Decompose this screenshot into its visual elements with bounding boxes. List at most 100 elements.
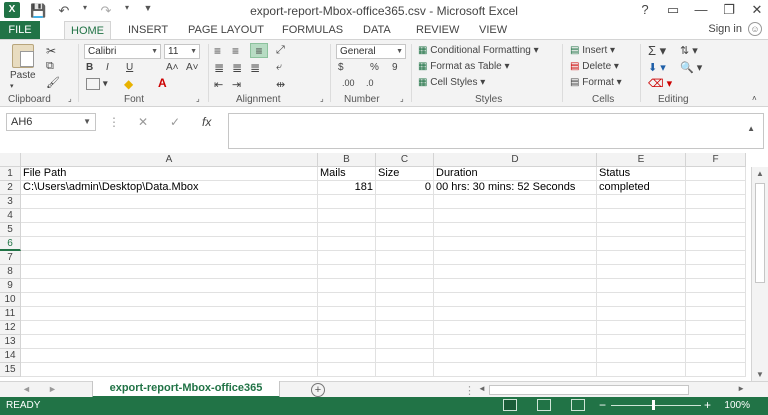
- cell-c13[interactable]: [376, 335, 434, 349]
- column-header-e[interactable]: E: [597, 153, 686, 167]
- merge-center-icon[interactable]: ⇹: [276, 78, 285, 91]
- fill-color-icon[interactable]: ◆: [124, 77, 133, 91]
- cell-styles-button[interactable]: ▦ Cell Styles ▾: [418, 77, 485, 88]
- autosum-icon[interactable]: Σ ▾: [648, 43, 666, 59]
- font-launcher-icon[interactable]: ⌟: [196, 94, 200, 103]
- align-left-icon[interactable]: ≣: [214, 61, 224, 75]
- row-header-7[interactable]: 7: [0, 251, 21, 265]
- grow-font-button[interactable]: A˄: [166, 62, 179, 73]
- cell-c7[interactable]: [376, 251, 434, 265]
- cell-a6[interactable]: [21, 237, 318, 251]
- cell-b12[interactable]: [318, 321, 376, 335]
- cell-c15[interactable]: [376, 363, 434, 377]
- percent-button[interactable]: %: [370, 62, 379, 73]
- cell-e11[interactable]: [597, 307, 686, 321]
- cell-b1[interactable]: Mails: [318, 167, 376, 181]
- italic-button[interactable]: I: [106, 62, 109, 73]
- currency-button[interactable]: $: [338, 62, 344, 73]
- bold-button[interactable]: B: [86, 62, 93, 73]
- cell-d7[interactable]: [434, 251, 597, 265]
- column-header-c[interactable]: C: [376, 153, 434, 167]
- alignment-launcher-icon[interactable]: ⌟: [320, 94, 324, 103]
- cell-e12[interactable]: [597, 321, 686, 335]
- clipboard-launcher-icon[interactable]: ⌟: [68, 94, 72, 103]
- cell-b14[interactable]: [318, 349, 376, 363]
- cell-d10[interactable]: [434, 293, 597, 307]
- font-name-combo[interactable]: Calibri ▼: [84, 44, 161, 59]
- cell-a7[interactable]: [21, 251, 318, 265]
- align-right-icon[interactable]: ≣: [250, 61, 260, 75]
- cell-d14[interactable]: [434, 349, 597, 363]
- cell-b10[interactable]: [318, 293, 376, 307]
- name-box[interactable]: AH6 ▼: [6, 113, 96, 131]
- row-header-2[interactable]: 2: [0, 181, 21, 195]
- cell-b9[interactable]: [318, 279, 376, 293]
- row-header-3[interactable]: 3: [0, 195, 21, 209]
- comma-button[interactable]: 9: [392, 62, 398, 73]
- shrink-font-button[interactable]: A˅: [186, 62, 199, 73]
- tab-insert[interactable]: INSERT: [122, 21, 174, 39]
- cell-d1[interactable]: Duration: [434, 167, 597, 181]
- scroll-left-icon[interactable]: ◄: [478, 384, 486, 393]
- collapse-ribbon-icon[interactable]: ˄: [752, 94, 757, 103]
- format-cells-button[interactable]: ▤ Format ▾: [570, 77, 622, 88]
- row-header-6[interactable]: 6: [0, 237, 21, 251]
- cell-e13[interactable]: [597, 335, 686, 349]
- underline-button[interactable]: U: [126, 62, 133, 73]
- cell-f10[interactable]: [686, 293, 746, 307]
- sort-filter-icon[interactable]: ⇅ ▾: [680, 44, 698, 57]
- paste-dropdown-icon[interactable]: ▾: [10, 82, 14, 90]
- cell-a11[interactable]: [21, 307, 318, 321]
- tab-split-grip-icon[interactable]: ⋮: [464, 384, 475, 397]
- row-header-14[interactable]: 14: [0, 349, 21, 363]
- page-break-view-icon[interactable]: [571, 399, 585, 411]
- cell-d9[interactable]: [434, 279, 597, 293]
- cell-b11[interactable]: [318, 307, 376, 321]
- restore-button[interactable]: ❐: [722, 2, 736, 18]
- cell-c1[interactable]: Size: [376, 167, 434, 181]
- zoom-out-button[interactable]: −: [599, 398, 606, 412]
- cell-e6[interactable]: [597, 237, 686, 251]
- zoom-level[interactable]: 100%: [724, 400, 750, 411]
- sheet-tab-active[interactable]: export-report-Mbox-office365: [92, 381, 280, 398]
- tab-file[interactable]: FILE: [0, 21, 40, 39]
- formula-input[interactable]: ▲: [228, 113, 764, 149]
- zoom-slider[interactable]: [611, 405, 701, 406]
- cell-f14[interactable]: [686, 349, 746, 363]
- decrease-indent-icon[interactable]: ⇤: [214, 78, 223, 91]
- row-header-10[interactable]: 10: [0, 293, 21, 307]
- borders-icon[interactable]: ▾: [86, 78, 108, 90]
- smiley-feedback-icon[interactable]: ☺: [748, 22, 762, 36]
- cell-f7[interactable]: [686, 251, 746, 265]
- cancel-entry-icon[interactable]: ✕: [138, 115, 148, 129]
- cell-e7[interactable]: [597, 251, 686, 265]
- cell-c3[interactable]: [376, 195, 434, 209]
- next-sheet-icon[interactable]: ►: [48, 384, 57, 394]
- fill-icon[interactable]: ⬇ ▾: [648, 61, 666, 74]
- cell-d4[interactable]: [434, 209, 597, 223]
- cell-f15[interactable]: [686, 363, 746, 377]
- cell-d2[interactable]: 00 hrs: 30 mins: 52 Seconds: [434, 181, 597, 195]
- cell-e3[interactable]: [597, 195, 686, 209]
- help-button[interactable]: ?: [638, 2, 652, 18]
- cell-e10[interactable]: [597, 293, 686, 307]
- cell-e14[interactable]: [597, 349, 686, 363]
- page-layout-view-icon[interactable]: [537, 399, 551, 411]
- cell-d6[interactable]: [434, 237, 597, 251]
- cell-f8[interactable]: [686, 265, 746, 279]
- cell-c10[interactable]: [376, 293, 434, 307]
- cell-f13[interactable]: [686, 335, 746, 349]
- sign-in-link[interactable]: Sign in: [708, 23, 742, 35]
- row-header-9[interactable]: 9: [0, 279, 21, 293]
- cell-b3[interactable]: [318, 195, 376, 209]
- cell-a1[interactable]: File Path: [21, 167, 318, 181]
- cell-b13[interactable]: [318, 335, 376, 349]
- minimize-button[interactable]: —: [694, 2, 708, 18]
- cell-b15[interactable]: [318, 363, 376, 377]
- cell-a5[interactable]: [21, 223, 318, 237]
- close-button[interactable]: ✕: [750, 2, 764, 18]
- delete-cells-button[interactable]: ▤ Delete ▾: [570, 61, 619, 72]
- cell-e15[interactable]: [597, 363, 686, 377]
- cell-e2[interactable]: completed: [597, 181, 686, 195]
- scroll-down-icon[interactable]: ▼: [752, 370, 768, 379]
